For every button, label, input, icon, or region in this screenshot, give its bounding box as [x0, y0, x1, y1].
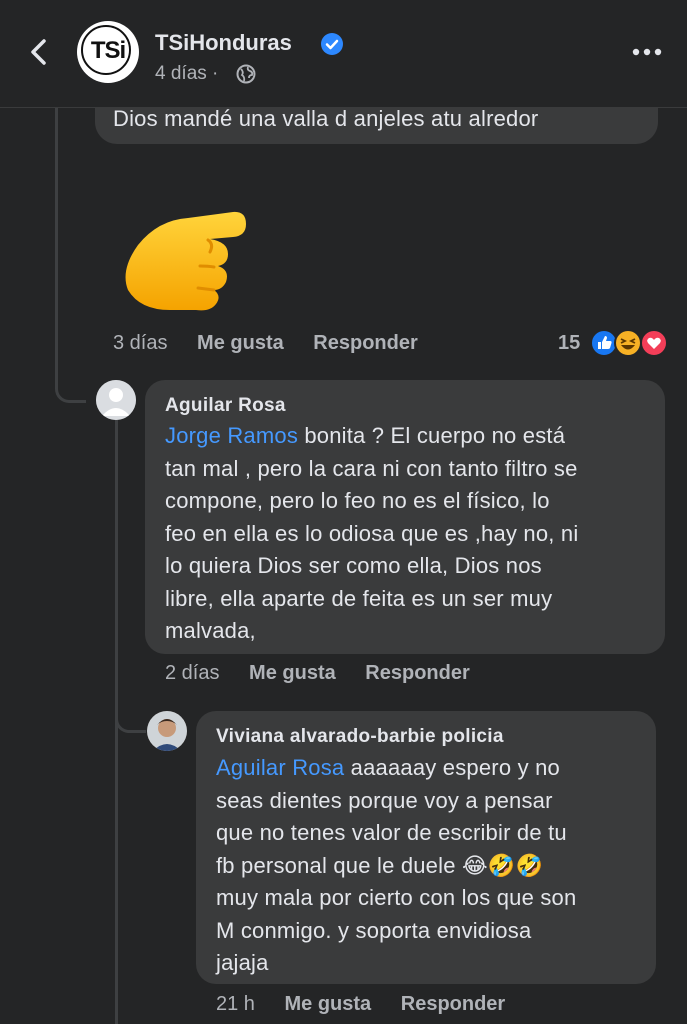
- more-options-icon[interactable]: [630, 44, 664, 60]
- comment-time: 21 h: [216, 993, 255, 1015]
- chevron-left-icon: [31, 39, 46, 65]
- time-separator: ·: [212, 63, 219, 84]
- comment-line: lo quiera Dios ser como ella, Dios nos: [165, 553, 542, 578]
- back-button[interactable]: [22, 34, 58, 70]
- comment-line: bonita ? El cuerpo no está: [298, 423, 566, 448]
- love-reaction-icon: [640, 329, 668, 357]
- comment-bubble: Viviana alvarado-barbie policia Aguilar …: [196, 711, 656, 984]
- reply-button[interactable]: Responder: [365, 662, 469, 685]
- reaction-count: 15: [558, 332, 581, 354]
- comment-actions: 3 días Me gusta Responder: [113, 332, 418, 355]
- comment-line: que no tenes valor de escribir de tu: [216, 820, 567, 845]
- comment-line: seas dientes porque voy a pensar: [216, 787, 553, 813]
- comment-time: 2 días: [165, 662, 220, 684]
- comment-time: 3 días: [113, 332, 168, 354]
- comment-line: malvada,: [165, 618, 256, 643]
- globe-icon: [236, 64, 256, 84]
- comment-author[interactable]: Aguilar Rosa: [165, 395, 286, 417]
- user-avatar[interactable]: [147, 711, 187, 751]
- reply-button[interactable]: Responder: [313, 332, 417, 355]
- comment-line: jajaja: [216, 950, 269, 975]
- page-name[interactable]: TSiHonduras: [155, 30, 292, 56]
- comment-author[interactable]: Viviana alvarado-barbie policia: [216, 726, 504, 748]
- mention-link[interactable]: Jorge Ramos: [165, 423, 298, 448]
- comment-emoji: [118, 200, 258, 320]
- comment-actions: 2 días Me gusta Responder: [165, 662, 470, 685]
- pointing-hand-icon: [125, 211, 246, 311]
- reaction-summary[interactable]: 15: [558, 328, 670, 360]
- post-timestamp: 4 días ·: [155, 63, 218, 85]
- page-avatar[interactable]: TSi: [77, 21, 139, 83]
- comment-line: aaaaaay espero y no: [344, 755, 560, 780]
- thread-connector: [55, 360, 86, 403]
- thread-line: [55, 107, 58, 377]
- haha-reaction-icon: [614, 329, 642, 357]
- like-button[interactable]: Me gusta: [285, 993, 372, 1016]
- default-user-icon: [96, 380, 136, 420]
- comment-line: libre, ella aparte de feita es un ser mu…: [165, 585, 553, 611]
- comment-line: M conmigo. y soporta envidiosa: [216, 917, 532, 943]
- comment-bubble: Aguilar Rosa Jorge Ramos bonita ? El cue…: [145, 380, 665, 654]
- comment-actions: 21 h Me gusta Responder: [216, 993, 505, 1016]
- post-header: TSi TSiHonduras 4 días ·: [0, 0, 687, 108]
- like-button[interactable]: Me gusta: [197, 332, 284, 355]
- comment-text: Aguilar Rosa aaaaaay espero y no seas di…: [216, 752, 646, 980]
- comment-line: muy mala por cierto con los que son: [216, 885, 577, 910]
- post-time-text: 4 días: [155, 63, 207, 84]
- emoji-text: 😂🤣🤣: [461, 852, 544, 878]
- mention-link[interactable]: Aguilar Rosa: [216, 755, 344, 780]
- comment-text: Jorge Ramos bonita ? El cuerpo no está t…: [165, 420, 657, 648]
- verified-badge-icon: [321, 33, 343, 55]
- comment-line: fb personal que le duele: [216, 852, 456, 878]
- thread-connector: [115, 700, 146, 733]
- profile-photo: [147, 711, 187, 751]
- page-logo-text: TSi: [90, 37, 126, 64]
- like-button[interactable]: Me gusta: [249, 662, 336, 685]
- comment-line: compone, pero lo feo no es el físico, lo: [165, 488, 550, 513]
- user-avatar[interactable]: [96, 380, 136, 420]
- comment-line: tan mal , pero la cara ni con tanto filt…: [165, 455, 578, 481]
- reply-button[interactable]: Responder: [401, 993, 505, 1016]
- comment-line: feo en ella es lo odiosa que es ,hay no,…: [165, 520, 579, 546]
